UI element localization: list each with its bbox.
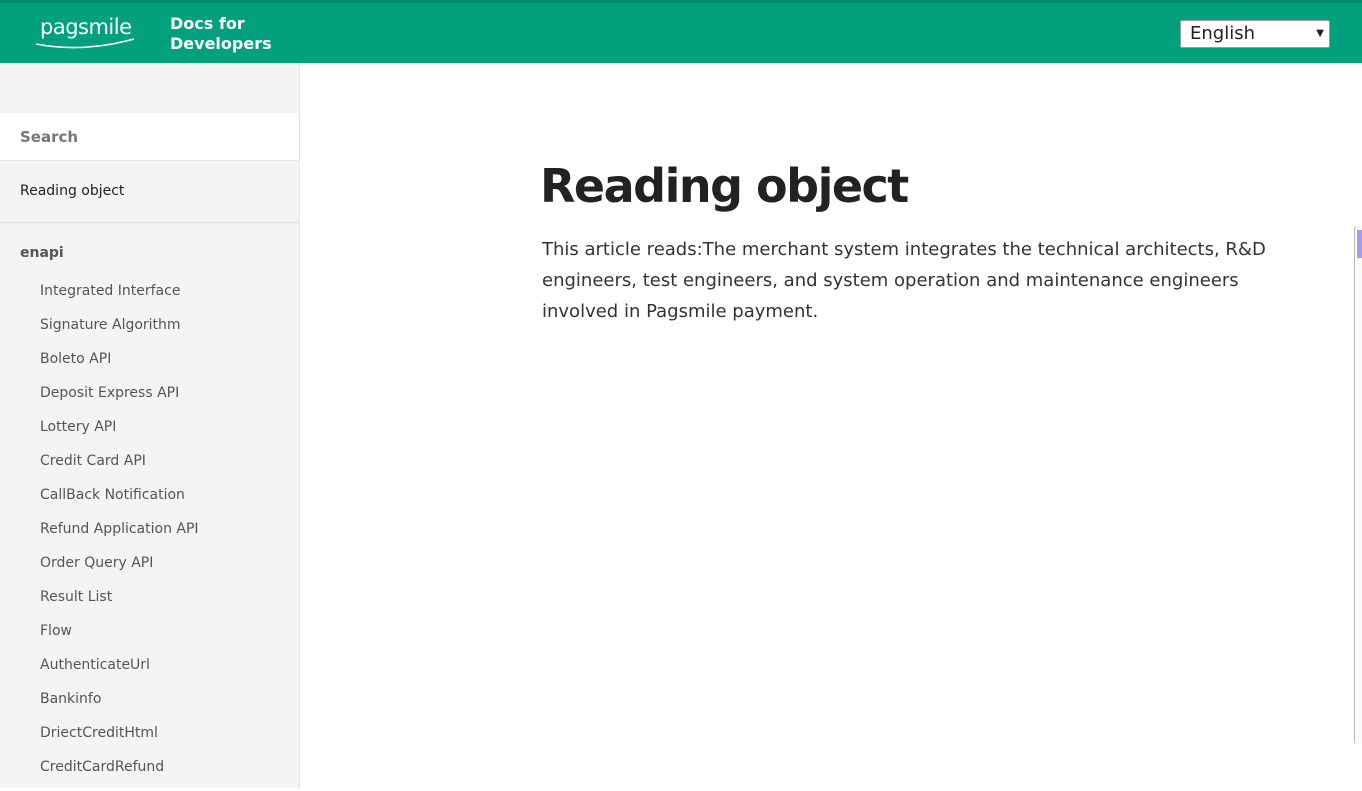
sidebar-divider	[0, 222, 299, 223]
sidebar-item[interactable]: Flow	[40, 621, 199, 655]
scroll-accent-indicator	[1357, 230, 1362, 258]
sidebar-item[interactable]: Signature Algorithm	[40, 315, 199, 349]
article-body: This article reads:The merchant system i…	[542, 239, 1266, 322]
pagsmile-logo[interactable]: pagsmile	[34, 13, 138, 53]
sidebar-item[interactable]: Credit Card API	[40, 451, 199, 485]
main-content: Reading object This article reads:The me…	[540, 150, 1320, 327]
search-input[interactable]	[20, 127, 280, 147]
sidebar-group-enapi[interactable]: enapi	[20, 245, 64, 261]
language-select[interactable]: English ▼	[1180, 20, 1330, 48]
sidebar-item[interactable]: Order Query API	[40, 553, 199, 587]
dropdown-arrow-icon: ▼	[1316, 28, 1324, 39]
sidebar-item[interactable]: DriectCreditHtml	[40, 723, 199, 757]
sidebar-item[interactable]: Bankinfo	[40, 689, 199, 723]
sidebar-item[interactable]: CallBack Notification	[40, 485, 199, 519]
sidebar: Reading object enapi Integrated Interfac…	[0, 63, 300, 788]
site-title[interactable]: Docs for Developers	[170, 14, 280, 54]
top-header: pagsmile Docs for Developers English ▼	[0, 0, 1362, 63]
sidebar-item[interactable]: CreditCardRefund	[40, 757, 199, 791]
sidebar-item[interactable]: Boleto API	[40, 349, 199, 383]
sidebar-nav-list: Integrated Interface Signature Algorithm…	[40, 281, 199, 791]
sidebar-item[interactable]: Lottery API	[40, 417, 199, 451]
sidebar-item[interactable]: Deposit Express API	[40, 383, 199, 417]
page-title: Reading object	[540, 159, 909, 213]
side-scroll-panel[interactable]	[1354, 226, 1362, 744]
sidebar-item[interactable]: Integrated Interface	[40, 281, 199, 315]
search-box	[0, 113, 299, 161]
sidebar-item[interactable]: Refund Application API	[40, 519, 199, 553]
logo-swoosh-icon	[35, 38, 135, 49]
language-selected-value: English	[1190, 23, 1255, 44]
sidebar-item[interactable]: AuthenticateUrl	[40, 655, 199, 689]
sidebar-item-reading-object[interactable]: Reading object	[20, 183, 124, 199]
sidebar-item[interactable]: Result List	[40, 587, 199, 621]
